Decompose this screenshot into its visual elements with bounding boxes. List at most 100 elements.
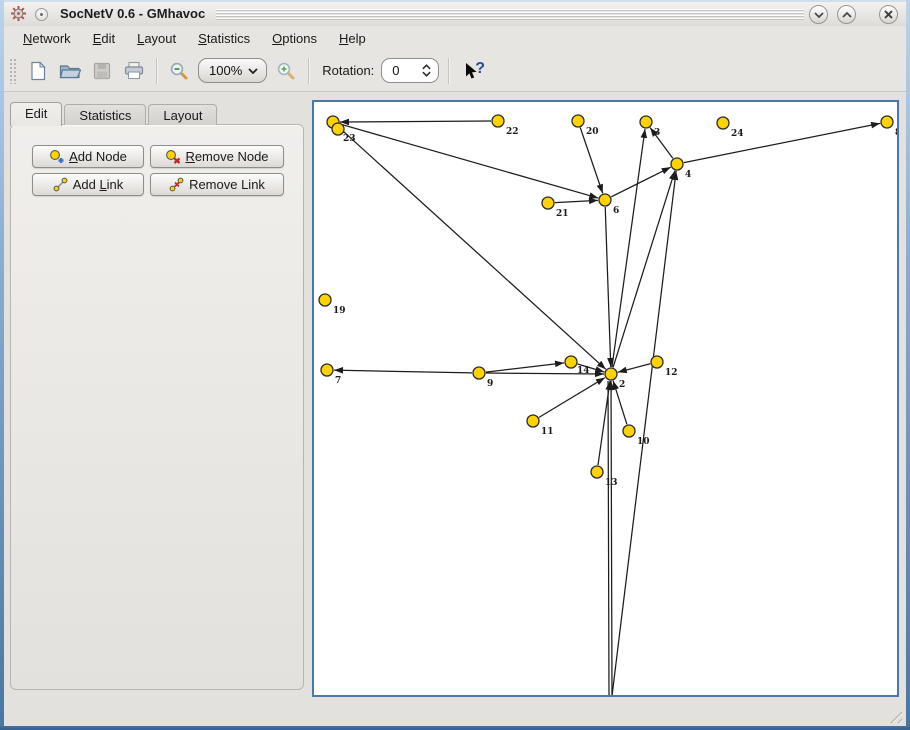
graph-node-label-9: 9 [487, 379, 493, 389]
graph-node-8[interactable] [881, 116, 893, 128]
graph-node-label-20: 20 [586, 127, 599, 137]
maximize-button[interactable] [837, 5, 856, 24]
graph-arrowhead-21-6 [589, 198, 598, 205]
add-link-button[interactable]: Add Link [32, 173, 144, 196]
remove-node-icon [165, 149, 180, 164]
graph-edge-11-2[interactable] [539, 378, 605, 418]
chevron-up-icon [842, 12, 852, 18]
resize-grip[interactable] [887, 708, 902, 723]
graph-arrowhead-1-6 [589, 192, 599, 198]
graph-arrowhead-6-4 [661, 167, 671, 174]
graph-node-14[interactable] [565, 356, 577, 368]
close-button[interactable] [879, 5, 898, 24]
whats-this-button[interactable]: ? [464, 62, 485, 80]
spin-up-icon[interactable] [422, 64, 431, 70]
graph-edge-20-6[interactable] [580, 128, 602, 194]
tab-statistics[interactable]: Statistics [64, 104, 146, 125]
graph-arrowhead-11-2 [596, 378, 605, 385]
graph-edge-4-8[interactable] [684, 123, 880, 162]
menu-item-network[interactable]: Network [12, 28, 82, 49]
graph-edge-6-2[interactable] [605, 207, 611, 367]
graph-node-10[interactable] [623, 425, 635, 437]
graph-node-12[interactable] [651, 356, 663, 368]
graph-node-22[interactable] [492, 115, 504, 127]
graph-edge-1-6[interactable] [340, 124, 599, 198]
graph-node-label-7: 7 [335, 376, 341, 386]
save-file-button[interactable] [89, 58, 115, 84]
titlebar-decor-stripes [216, 9, 804, 21]
graph-node-9[interactable] [473, 367, 485, 379]
graph-edge-b-4[interactable] [612, 171, 676, 695]
graph-node-label-12: 12 [665, 368, 678, 378]
graph-node-label-2: 2 [619, 380, 625, 390]
zoom-out-icon [169, 61, 189, 81]
graph-node-label-6: 6 [613, 206, 619, 216]
network-graph: 123222032484621197914212111013 [314, 102, 897, 695]
graph-node-20[interactable] [572, 115, 584, 127]
graph-node-label-4: 4 [685, 170, 691, 180]
graph-node-label-3: 3 [654, 128, 660, 138]
graph-edge-9-14[interactable] [486, 363, 564, 372]
print-icon [124, 61, 144, 80]
graph-node-11[interactable] [527, 415, 539, 427]
graph-edge-2-b[interactable] [608, 381, 609, 695]
add-node-button[interactable]: Add Node [32, 145, 144, 168]
graph-edge-9-7[interactable] [334, 370, 472, 373]
graph-edge-2-3[interactable] [612, 129, 645, 367]
graph-node-2[interactable] [605, 368, 617, 380]
zoom-level-select[interactable]: 100% [198, 58, 267, 83]
chevron-down-icon [814, 12, 824, 18]
rotation-spinbox[interactable]: 0 [381, 58, 439, 83]
graph-arrowhead-20-6 [597, 184, 603, 194]
minimize-button[interactable] [809, 5, 828, 24]
tab-layout[interactable]: Layout [148, 104, 217, 125]
save-file-icon [93, 62, 111, 80]
window-menu-button[interactable] [35, 8, 48, 21]
edit-panel: Add Node Remove Node Add Link [10, 124, 304, 690]
chevron-down-icon [248, 68, 258, 74]
toolbar-separator [308, 58, 309, 84]
toolbar: 100% Rotation: 0 [4, 50, 906, 92]
graph-node-13[interactable] [591, 466, 603, 478]
graph-node-24[interactable] [717, 117, 729, 129]
toolbar-separator [156, 58, 157, 84]
spin-down-icon[interactable] [422, 71, 431, 77]
graph-edge-2-4[interactable] [613, 171, 675, 368]
graph-node-label-22: 22 [506, 127, 519, 137]
graph-node-4[interactable] [671, 158, 683, 170]
remove-node-button[interactable]: Remove Node [150, 145, 284, 168]
graph-arrowhead-9-14 [555, 361, 564, 368]
menu-item-statistics[interactable]: Statistics [187, 28, 261, 49]
graph-node-6[interactable] [599, 194, 611, 206]
graph-node-19[interactable] [319, 294, 331, 306]
menu-item-layout[interactable]: Layout [126, 28, 187, 49]
whats-this-question-mark: ? [475, 62, 485, 76]
graph-node-21[interactable] [542, 197, 554, 209]
zoom-in-button[interactable] [273, 58, 299, 84]
print-button[interactable] [121, 58, 147, 84]
window-frame-left [0, 0, 4, 730]
zoom-in-icon [276, 61, 296, 81]
toolbar-drag-handle[interactable] [9, 58, 17, 84]
tab-edit[interactable]: Edit [10, 102, 62, 126]
zoom-out-button[interactable] [166, 58, 192, 84]
graph-arrowhead-9-7 [334, 367, 343, 374]
graph-node-7[interactable] [321, 364, 333, 376]
graph-edge-22-1[interactable] [340, 121, 491, 122]
menu-item-edit[interactable]: Edit [82, 28, 126, 49]
zoom-level-value: 100% [209, 63, 242, 78]
remove-link-button[interactable]: Remove Link [150, 173, 284, 196]
graph-arrowhead-12-2 [618, 367, 628, 373]
graph-edge-b-2[interactable] [611, 381, 612, 695]
menu-item-options[interactable]: Options [261, 28, 328, 49]
graph-node-3[interactable] [640, 116, 652, 128]
open-file-button[interactable] [57, 58, 83, 84]
rotation-control: Rotation: 0 [322, 58, 439, 83]
new-file-button[interactable] [25, 58, 51, 84]
network-canvas[interactable]: 123222032484621197914212111013 [312, 100, 899, 697]
graph-arrowhead-2-3 [641, 129, 648, 138]
graph-edge-6-4[interactable] [611, 167, 670, 197]
menu-item-help[interactable]: Help [328, 28, 377, 49]
add-link-icon [53, 177, 68, 192]
graph-edge-1-2[interactable] [338, 127, 606, 370]
